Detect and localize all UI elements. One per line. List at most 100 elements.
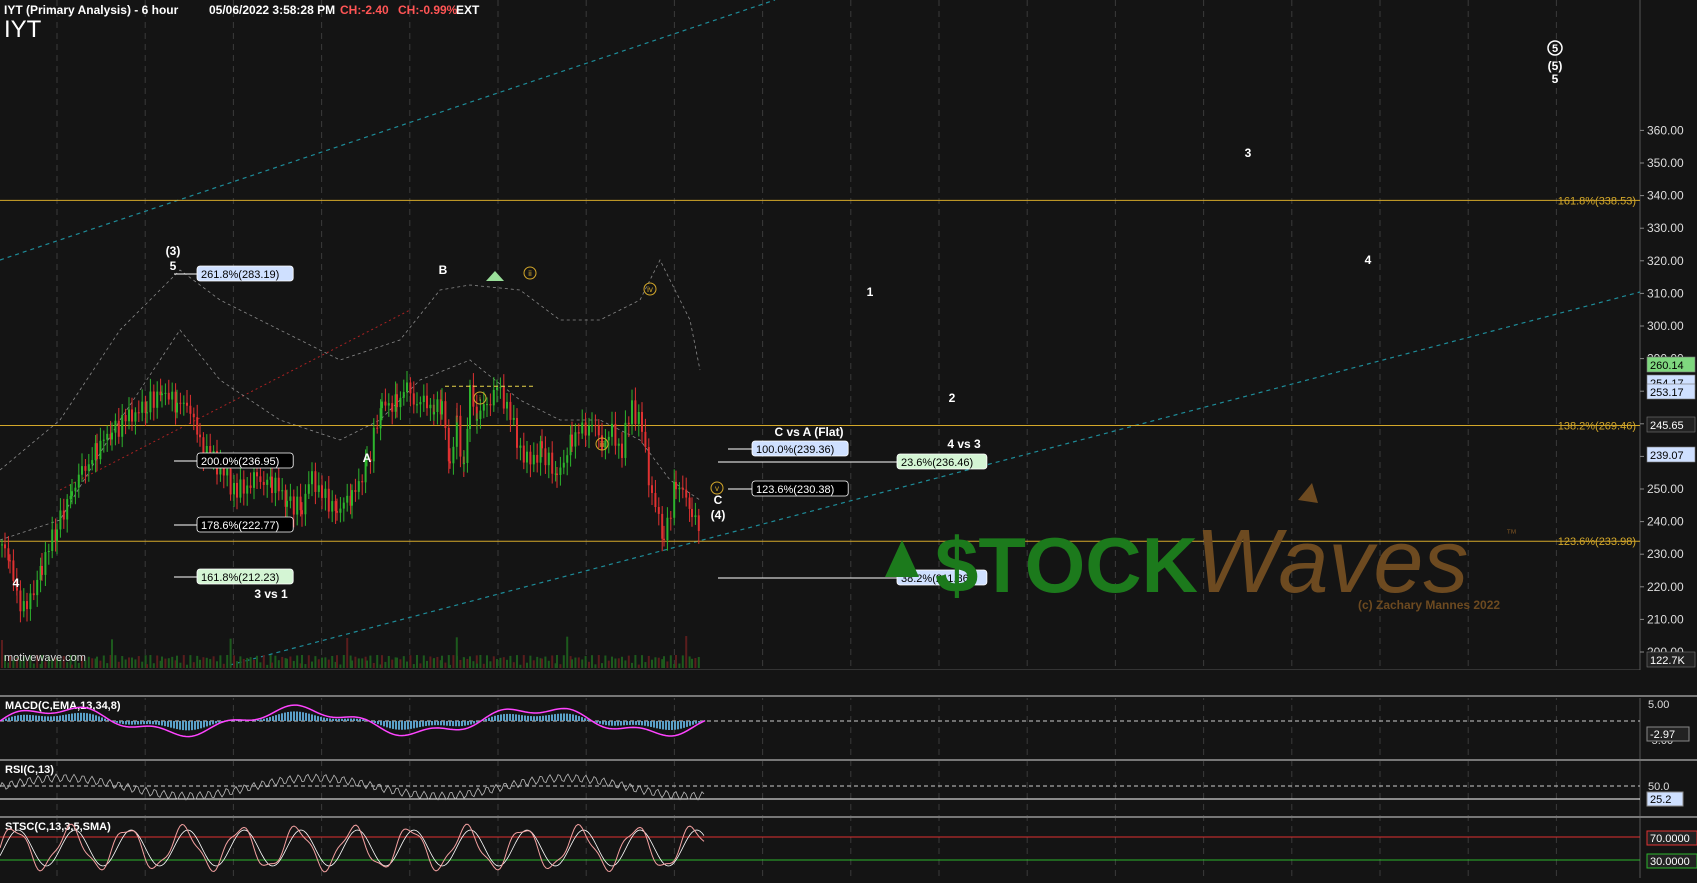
volume-bar: [601, 663, 603, 668]
volume-bar: [621, 656, 623, 668]
volume-bar: [164, 658, 167, 668]
volume-bar: [156, 655, 159, 668]
candle-body: [199, 434, 201, 438]
y-tick-label: 250.00: [1647, 482, 1684, 496]
candle-body: [444, 401, 447, 428]
candle-body: [229, 468, 232, 495]
fib-box-label: 123.6%(230.38): [756, 484, 834, 496]
volume-bar: [117, 661, 120, 668]
volume-bar: [199, 659, 201, 668]
candle-body: [286, 500, 288, 507]
volume-bar: [149, 655, 152, 668]
candle-body: [399, 397, 402, 408]
volume-bar: [566, 636, 569, 668]
candle-body: [581, 422, 584, 434]
candle-body: [4, 544, 6, 549]
wave-label: 5: [1552, 72, 1559, 86]
candle-body: [627, 422, 630, 425]
candle-body: [419, 402, 422, 405]
volume-bar: [502, 657, 505, 668]
fib-box-label: 200.0%(236.95): [201, 456, 279, 468]
candle-body: [673, 481, 676, 518]
volume-bar: [532, 660, 535, 668]
volume-bar: [376, 655, 379, 668]
candle-body: [134, 412, 137, 422]
volume-bar: [452, 655, 455, 668]
candle-body: [492, 389, 495, 406]
volume-bar: [479, 655, 482, 668]
volume-bar: [647, 655, 650, 668]
chart-canvas[interactable]: Mar-2021May-2021Jul-2021Sep-2021Nov-2021…: [0, 0, 1697, 878]
candle-body: [559, 467, 562, 475]
ticker-symbol: IYT: [4, 16, 42, 43]
candle-body: [489, 404, 492, 406]
volume-bar: [281, 656, 284, 668]
volume-bar: [604, 655, 607, 668]
fib-box-label: 161.8%(212.23): [201, 572, 279, 584]
candle-body: [19, 590, 22, 612]
wave-label: 1: [867, 285, 874, 299]
volume-bar: [1, 640, 3, 668]
volume-bar: [167, 658, 170, 668]
volume-bar: [466, 658, 469, 668]
volume-bar: [419, 663, 422, 668]
candle-body: [697, 515, 700, 531]
volume-bar: [637, 664, 640, 668]
volume-bar: [654, 657, 657, 668]
ext-badge[interactable]: EXT: [456, 3, 479, 17]
volume-bar: [691, 658, 693, 668]
logo-trademark: ™: [1506, 528, 1517, 540]
wave-label: (4): [711, 508, 726, 522]
volume-bar: [317, 659, 320, 668]
volume-bar: [351, 660, 353, 668]
b-marker-triangle: [486, 271, 504, 281]
candle-body: [152, 391, 155, 408]
volume-bar: [219, 655, 222, 668]
candle-body: [327, 488, 330, 512]
candle-body: [111, 432, 113, 440]
wave-label: (5): [1548, 59, 1563, 73]
candle-body: [47, 550, 50, 553]
candle-body: [441, 401, 443, 415]
y-tick-label: 340.00: [1647, 189, 1684, 203]
candle-body: [376, 427, 379, 429]
candle-body: [379, 408, 382, 429]
candle-body: [334, 501, 337, 512]
bollinger-upper: [0, 259, 701, 471]
candle-body: [459, 415, 462, 457]
volume-bar: [321, 657, 323, 668]
candle-body: [469, 385, 471, 429]
volume-bar: [216, 661, 218, 668]
candle-body: [339, 508, 342, 513]
candle-body: [571, 434, 573, 447]
candle-body: [526, 451, 528, 463]
rsi-line: [0, 773, 705, 801]
candle-body: [121, 414, 124, 437]
candle-body: [476, 418, 478, 421]
volume-bar: [426, 660, 428, 668]
candle-body: [354, 490, 357, 492]
candle-body: [429, 404, 432, 409]
candle-body: [167, 392, 170, 400]
candle-body: [617, 443, 620, 446]
volume-bar: [476, 663, 478, 668]
candle-body: [621, 443, 623, 458]
candle-body: [274, 477, 277, 494]
volume-bar: [472, 661, 475, 668]
y-tick-label: 310.00: [1647, 286, 1684, 300]
candle-body: [681, 487, 684, 490]
candle-body: [631, 400, 633, 425]
wave-label: 2: [949, 391, 956, 405]
volume-bar: [274, 655, 277, 668]
volume-bar: [584, 656, 587, 668]
candle-body: [141, 401, 144, 413]
volume-bar: [441, 655, 443, 668]
candle-body: [56, 529, 58, 542]
volume-bar: [96, 656, 98, 668]
volume-bar: [384, 661, 387, 668]
volume-bar: [131, 657, 133, 668]
volume-bar: [106, 663, 109, 668]
volume-bar: [627, 655, 630, 668]
volume-bar: [161, 656, 163, 668]
candle-body: [296, 496, 299, 515]
